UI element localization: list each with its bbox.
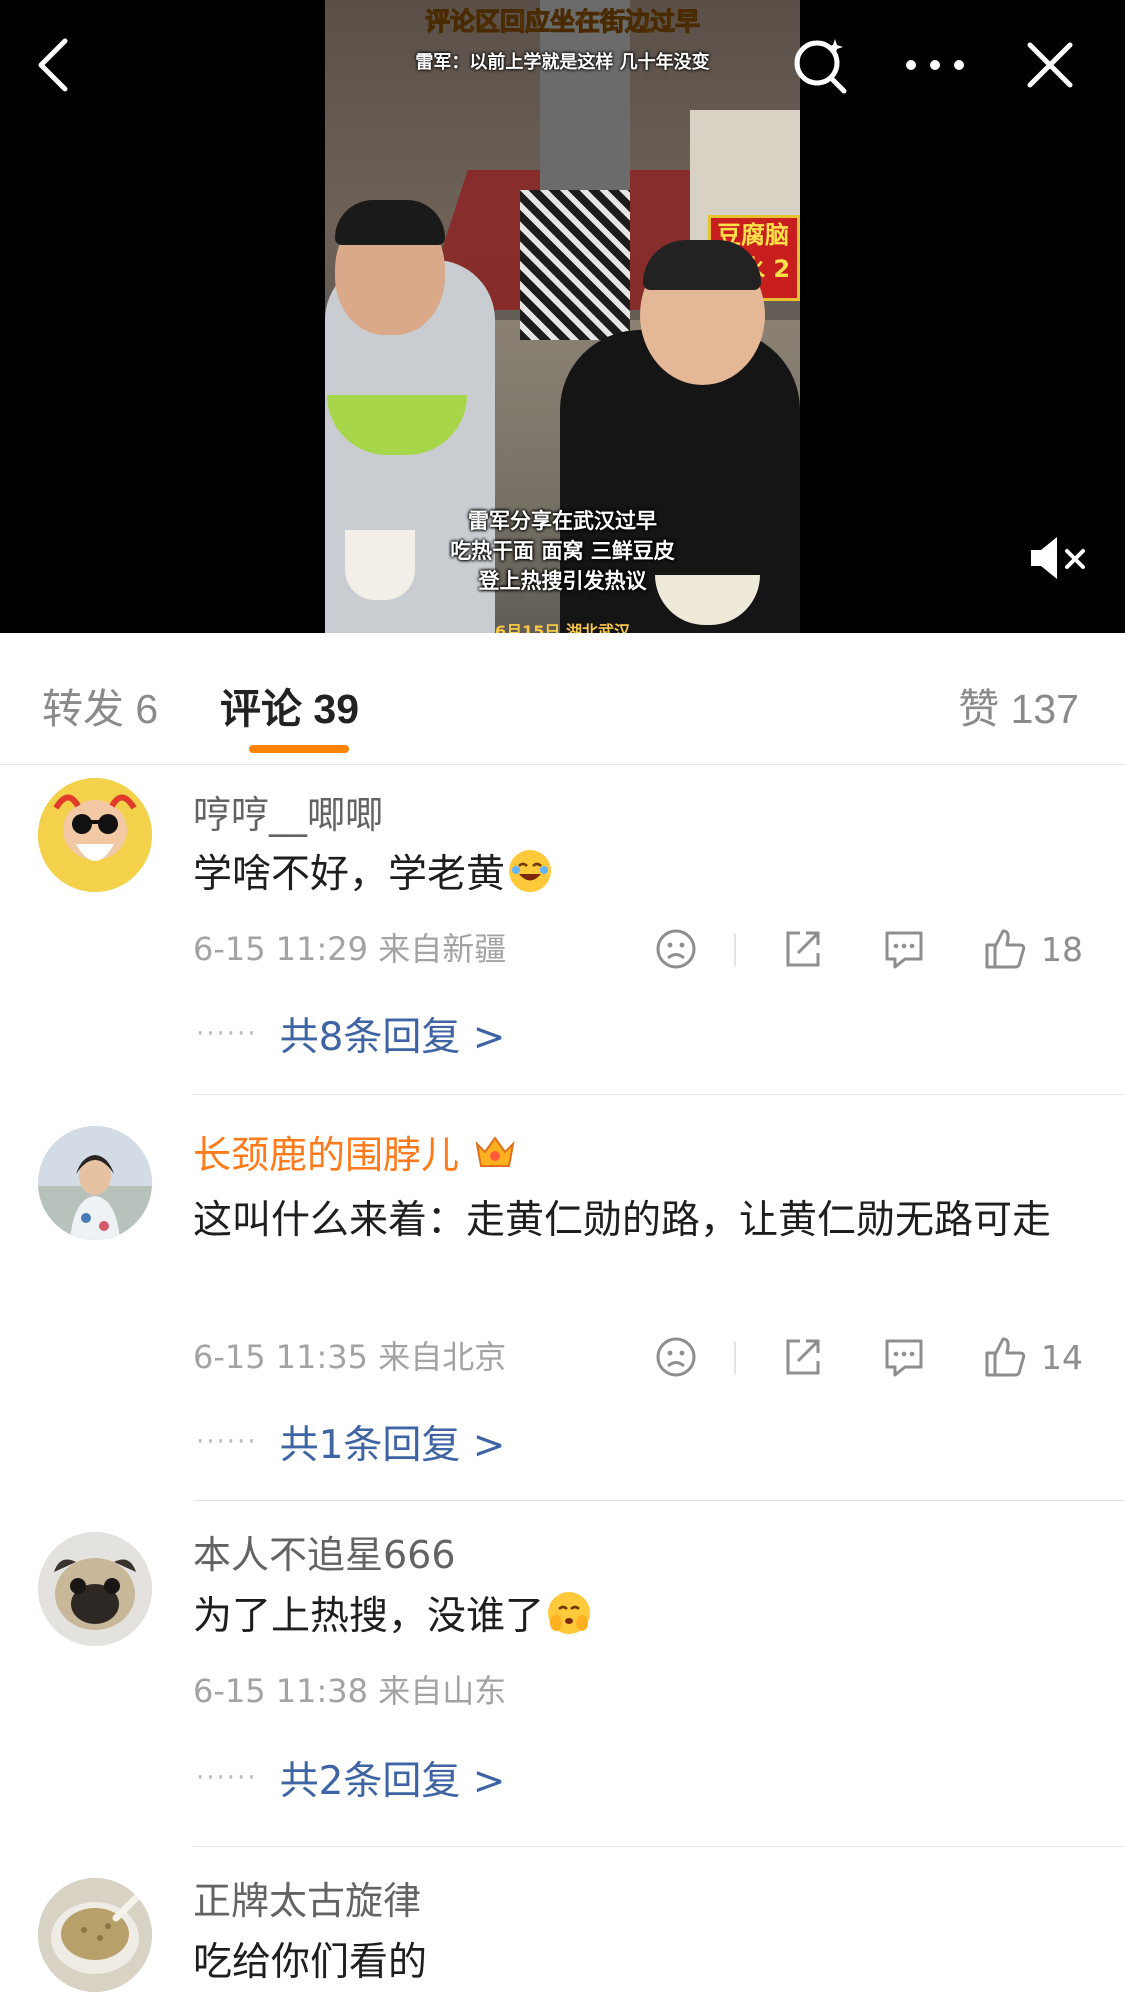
comment-text-content: 为了上热搜，没谁了 bbox=[193, 1594, 545, 1639]
reply-dots: ······ bbox=[196, 1763, 258, 1793]
comment-text: 这叫什么来着：走黄仁勋的路，让黄仁勋无路可走 bbox=[193, 1198, 1052, 1243]
tab-bar: 转发 6 评论 39 赞 137 bbox=[0, 633, 1125, 765]
comment-item: 哼哼__唧唧 学啥不好，学老黄 6-15 11:29 来自新疆 18 ·····… bbox=[0, 766, 1125, 1096]
frown-icon bbox=[656, 1337, 696, 1377]
comment-text: 为了上热搜，没谁了 bbox=[193, 1586, 1083, 1648]
like-count: 18 bbox=[1041, 929, 1083, 969]
avatar-pug-icon bbox=[38, 1532, 152, 1646]
reply-button[interactable] bbox=[881, 924, 927, 974]
like-button[interactable]: 14 bbox=[983, 1332, 1083, 1382]
comment-author-name: 长颈鹿的围脖儿 bbox=[193, 1133, 460, 1177]
vip-crown-icon bbox=[473, 1132, 517, 1181]
comment-time-location: 6-15 11:35 来自北京 bbox=[193, 1338, 507, 1376]
share-icon bbox=[786, 931, 820, 967]
comment-item: 正牌太古旋律 吃给你们看的 bbox=[0, 1848, 1125, 2014]
avatar-bowl-icon bbox=[38, 1878, 152, 1992]
tab-comments[interactable]: 评论 39 bbox=[220, 675, 359, 735]
more-button[interactable] bbox=[900, 30, 970, 100]
video-caption-title: 评论区回应坐在街边过早 bbox=[424, 7, 700, 37]
replies-count-link[interactable]: 共2条回复 > bbox=[280, 1759, 506, 1804]
video-caption-bottom: 雷军分享在武汉过早 吃热干面 面窝 三鲜豆皮 登上热搜引发热议 bbox=[325, 506, 800, 596]
reply-dots: ······ bbox=[196, 1427, 258, 1457]
avatar-photo-icon bbox=[38, 1126, 152, 1240]
share-icon bbox=[786, 1339, 820, 1375]
comment-author[interactable]: 长颈鹿的围脖儿 bbox=[193, 1124, 517, 1181]
comment-divider bbox=[193, 1846, 1125, 1847]
comment-divider bbox=[193, 1500, 1125, 1501]
tab-repost[interactable]: 转发 6 bbox=[42, 675, 158, 735]
close-button[interactable] bbox=[1015, 30, 1085, 100]
replies-count-link[interactable]: 共1条回复 > bbox=[280, 1423, 506, 1468]
action-separator bbox=[734, 1342, 736, 1374]
comment-actions: 18 bbox=[650, 924, 1090, 974]
comment-text-content: 学啥不好，学老黄 bbox=[193, 852, 506, 897]
laugh-emoji bbox=[509, 850, 552, 892]
comment-author[interactable]: 本人不追星666 bbox=[193, 1524, 456, 1579]
video-scene-legs bbox=[520, 190, 630, 340]
comment-text: 吃给你们看的 bbox=[193, 1940, 428, 1985]
video-caption-top: 评论区回应坐在街边过早 雷军：以前上学就是这样 几十年没变 bbox=[325, 2, 800, 74]
comment-item: 本人不追星666 为了上热搜，没谁了 6-15 11:38 来自山东 ·····… bbox=[0, 1502, 1125, 1846]
comment-time-location: 6-15 11:38 来自山东 bbox=[193, 1672, 507, 1710]
share-button[interactable] bbox=[780, 924, 824, 974]
like-button[interactable]: 18 bbox=[983, 924, 1083, 974]
active-tab-indicator bbox=[249, 745, 349, 753]
dislike-button[interactable] bbox=[654, 924, 698, 974]
share-button[interactable] bbox=[780, 1332, 824, 1382]
video-caption-line-3: 登上热搜引发热议 bbox=[478, 569, 647, 593]
thumbs-up-icon bbox=[985, 929, 1026, 969]
avatar[interactable] bbox=[38, 778, 152, 892]
comment-actions: 14 bbox=[650, 1332, 1090, 1382]
action-separator bbox=[734, 934, 736, 966]
shy-emoji bbox=[548, 1592, 591, 1634]
close-icon bbox=[1027, 42, 1073, 88]
view-replies-link[interactable]: ······ 共1条回复 > bbox=[196, 1414, 505, 1470]
search-icon bbox=[794, 39, 847, 94]
video-scene-hair-right bbox=[643, 240, 761, 290]
frown-icon bbox=[656, 929, 696, 969]
view-replies-link[interactable]: ······ 共8条回复 > bbox=[196, 1006, 505, 1062]
thumbs-up-icon bbox=[985, 1337, 1026, 1377]
video-frame[interactable]: 豆腐脑 泉水 2 评论区回应坐在街边过早 雷军：以前上学就是这样 几十年没变 雷… bbox=[325, 0, 800, 633]
more-icon bbox=[906, 60, 964, 70]
view-replies-link[interactable]: ······ 共2条回复 > bbox=[196, 1750, 505, 1806]
video-caption-subtitle: 雷军：以前上学就是这样 几十年没变 bbox=[415, 52, 710, 73]
comment-bubble-icon bbox=[885, 1339, 923, 1377]
avatar-cartoon-icon bbox=[38, 778, 152, 892]
video-caption-line-2: 吃热干面 面窝 三鲜豆皮 bbox=[450, 539, 675, 563]
search-button[interactable] bbox=[786, 30, 856, 100]
comment-divider bbox=[193, 1094, 1125, 1095]
video-caption-line-1: 雷军分享在武汉过早 bbox=[468, 509, 657, 533]
video-scene-hair-left bbox=[335, 200, 445, 245]
mute-icon bbox=[1030, 536, 1085, 579]
comment-author[interactable]: 正牌太古旋律 bbox=[193, 1870, 421, 1925]
avatar[interactable] bbox=[38, 1126, 152, 1240]
reply-dots: ······ bbox=[196, 1019, 258, 1049]
comment-time-location: 6-15 11:29 来自新疆 bbox=[193, 930, 507, 968]
comment-bubble-icon bbox=[885, 931, 923, 969]
comment-author[interactable]: 哼哼__唧唧 bbox=[193, 784, 383, 839]
replies-count-link[interactable]: 共8条回复 > bbox=[280, 1015, 506, 1060]
tab-likes[interactable]: 赞 137 bbox=[958, 675, 1079, 735]
comment-item: 长颈鹿的围脖儿 这叫什么来着：走黄仁勋的路，让黄仁勋无路可走 6-15 11:3… bbox=[0, 1096, 1125, 1500]
back-button[interactable] bbox=[18, 30, 88, 100]
avatar[interactable] bbox=[38, 1532, 152, 1646]
reply-button[interactable] bbox=[881, 1332, 927, 1382]
comment-text: 学啥不好，学老黄 bbox=[193, 844, 1083, 906]
video-player[interactable]: 豆腐脑 泉水 2 评论区回应坐在街边过早 雷军：以前上学就是这样 几十年没变 雷… bbox=[0, 0, 1125, 633]
dislike-button[interactable] bbox=[654, 1332, 698, 1382]
avatar[interactable] bbox=[38, 1878, 152, 1992]
like-count: 14 bbox=[1041, 1337, 1083, 1377]
back-icon bbox=[38, 38, 68, 92]
mute-button[interactable] bbox=[1020, 525, 1095, 590]
video-caption-date: 6月15日 湖北武汉 bbox=[495, 622, 630, 633]
